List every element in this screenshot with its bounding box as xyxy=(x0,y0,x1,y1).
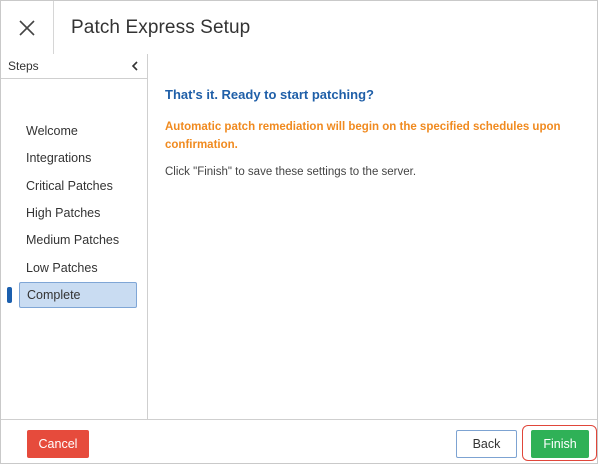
chevron-left-icon xyxy=(131,61,138,71)
back-button[interactable]: Back xyxy=(456,430,517,458)
step-critical-patches[interactable]: Critical Patches xyxy=(19,173,137,199)
dialog-title: Patch Express Setup xyxy=(71,16,251,38)
close-icon xyxy=(19,19,35,36)
step-complete[interactable]: Complete xyxy=(19,282,137,308)
step-low-patches[interactable]: Low Patches xyxy=(19,255,137,281)
steps-sidebar: Steps Welcome Integrations Critical Patc… xyxy=(1,54,148,420)
remediation-warning: Automatic patch remediation will begin o… xyxy=(165,121,561,151)
content-panel: That's it. Ready to start patching? Auto… xyxy=(148,54,597,420)
finish-instruction: Click "Finish" to save these settings to… xyxy=(165,166,417,178)
finish-button[interactable]: Finish xyxy=(531,430,589,458)
dialog-header: Patch Express Setup xyxy=(1,1,597,55)
collapse-sidebar-button[interactable] xyxy=(131,61,139,71)
sidebar-header: Steps xyxy=(1,54,147,79)
sidebar-heading: Steps xyxy=(8,59,39,73)
active-step-marker xyxy=(7,287,12,303)
step-medium-patches[interactable]: Medium Patches xyxy=(19,227,137,253)
step-integrations[interactable]: Integrations xyxy=(19,145,137,171)
setup-dialog: Patch Express Setup Steps Welcome Integr… xyxy=(0,0,598,464)
ready-heading: That's it. Ready to start patching? xyxy=(165,87,374,102)
step-welcome[interactable]: Welcome xyxy=(19,118,137,144)
dialog-footer: Cancel Back Finish xyxy=(1,419,597,463)
step-high-patches[interactable]: High Patches xyxy=(19,200,137,226)
cancel-button[interactable]: Cancel xyxy=(27,430,89,458)
close-button[interactable] xyxy=(1,1,54,54)
